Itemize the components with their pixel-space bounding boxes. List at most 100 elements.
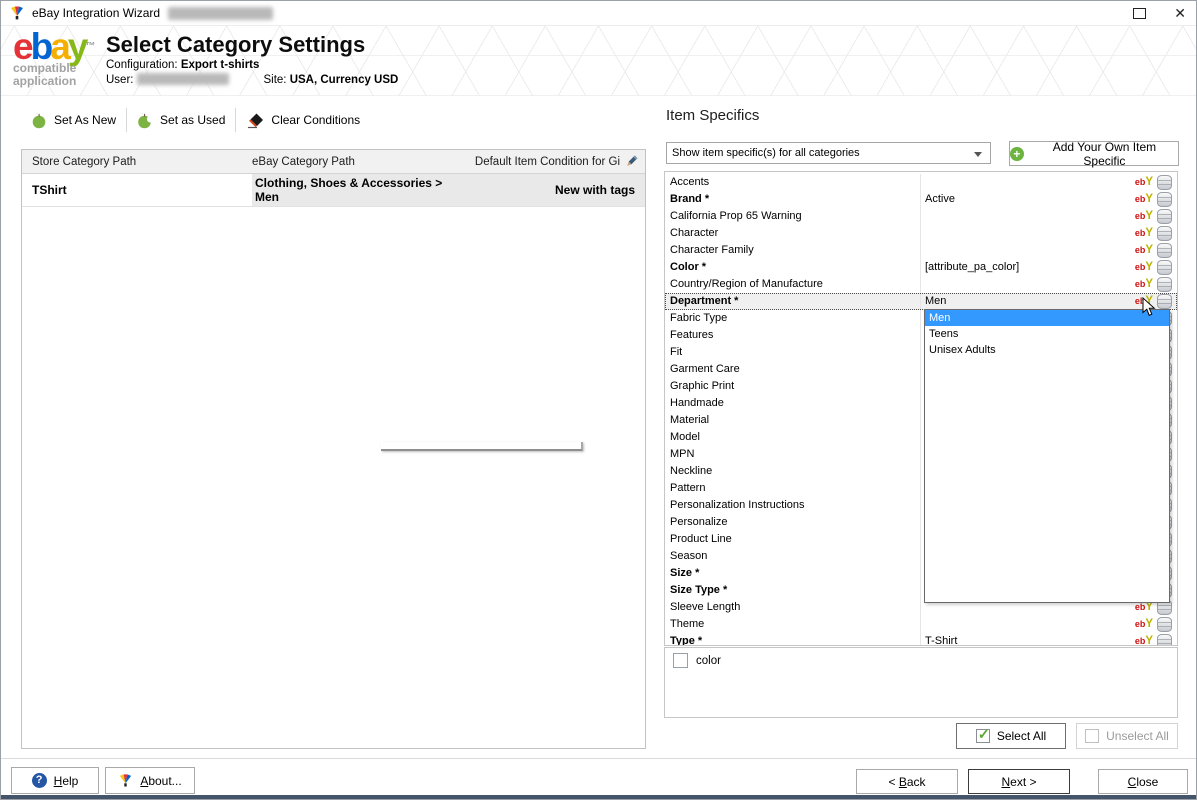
item-specific-value[interactable]: Active bbox=[921, 191, 1135, 208]
configuration-label: Configuration: bbox=[106, 59, 178, 71]
color-checkbox[interactable] bbox=[673, 653, 688, 668]
database-icon[interactable] bbox=[1157, 277, 1172, 292]
next-button[interactable]: Next > bbox=[968, 769, 1070, 794]
set-as-used-button[interactable]: Set as Used bbox=[127, 112, 235, 129]
item-specific-name: Size Type * bbox=[665, 582, 921, 599]
item-specific-value[interactable] bbox=[921, 208, 1135, 225]
user-site-line: User:Site: USA, Currency USD bbox=[106, 73, 398, 86]
redacted-text bbox=[137, 73, 229, 85]
table-row[interactable]: TShirt Clothing, Shoes & Accessories > M… bbox=[22, 174, 645, 207]
ebay-icon[interactable]: ebY bbox=[1135, 617, 1153, 632]
clear-conditions-button[interactable]: Clear Conditions bbox=[236, 112, 370, 129]
select-all-label: Select All bbox=[997, 729, 1046, 743]
item-specific-name: Department * bbox=[665, 293, 921, 310]
store-category-cell[interactable]: TShirt bbox=[22, 174, 252, 206]
item-specific-value[interactable]: Men bbox=[921, 293, 1135, 310]
clear-conditions-label: Clear Conditions bbox=[271, 113, 360, 127]
close-window-button[interactable]: ✕ bbox=[1174, 1, 1186, 26]
set-as-new-button[interactable]: Set As New bbox=[21, 112, 126, 129]
item-specific-row[interactable]: Character ebY bbox=[665, 225, 1177, 242]
eraser-icon bbox=[246, 112, 264, 129]
add-item-specific-button[interactable]: + Add Your Own Item Specific bbox=[1009, 141, 1179, 166]
condition-toolbar: Set As New Set as Used Clear Conditions bbox=[21, 106, 370, 134]
ebay-icon[interactable]: ebY bbox=[1135, 277, 1153, 292]
ebay-icon[interactable]: ebY bbox=[1135, 192, 1153, 207]
column-header-condition[interactable]: Default Item Condition for Gi bbox=[462, 154, 645, 169]
item-specific-row[interactable]: Theme ebY bbox=[665, 616, 1177, 633]
item-specific-row[interactable]: Country/Region of ManufactureebY bbox=[665, 276, 1177, 293]
dropdown-option[interactable]: Teens bbox=[925, 326, 1169, 342]
column-header-condition-label: Default Item Condition for Gi bbox=[475, 156, 620, 168]
item-specific-row[interactable]: Color *[attribute_pa_color]ebY bbox=[665, 259, 1177, 276]
user-label: User: bbox=[106, 74, 133, 86]
database-icon[interactable] bbox=[1157, 617, 1172, 632]
item-specific-name: Material bbox=[665, 412, 921, 429]
dropdown-option[interactable]: Men bbox=[925, 310, 1169, 326]
ebay-icon[interactable]: ebY bbox=[1135, 226, 1153, 241]
database-icon[interactable] bbox=[1157, 243, 1172, 258]
item-specific-value[interactable] bbox=[921, 242, 1135, 259]
site-value: USA, Currency USD bbox=[290, 74, 399, 86]
department-options-dropdown[interactable]: MenTeensUnisex Adults bbox=[924, 309, 1170, 603]
database-icon[interactable] bbox=[1157, 634, 1172, 646]
column-header-ebay-path[interactable]: eBay Category Path bbox=[252, 156, 462, 168]
maximize-button[interactable] bbox=[1133, 8, 1146, 19]
item-specific-value[interactable] bbox=[921, 276, 1135, 293]
item-specific-name: Size * bbox=[665, 565, 921, 582]
item-specific-name: Fit bbox=[665, 344, 921, 361]
database-icon[interactable] bbox=[1157, 294, 1172, 309]
set-as-new-label: Set As New bbox=[54, 113, 116, 127]
condition-cell[interactable]: New with tags bbox=[462, 174, 645, 206]
item-specific-name: Product Line bbox=[665, 531, 921, 548]
item-specific-name: Character bbox=[665, 225, 921, 242]
database-icon[interactable] bbox=[1157, 260, 1172, 275]
ebay-category-cell[interactable]: Clothing, Shoes & Accessories > Men bbox=[252, 174, 462, 206]
ebay-icon[interactable]: ebY bbox=[1135, 260, 1153, 275]
dropdown-option[interactable]: Unisex Adults bbox=[925, 342, 1169, 358]
item-specific-value[interactable] bbox=[921, 174, 1135, 191]
item-specific-value[interactable] bbox=[921, 225, 1135, 242]
item-specific-value[interactable]: [attribute_pa_color] bbox=[921, 259, 1135, 276]
item-specific-name: Pattern bbox=[665, 480, 921, 497]
unselect-all-button[interactable]: Unselect All bbox=[1076, 723, 1178, 749]
item-specific-name: Color * bbox=[665, 259, 921, 276]
ebay-icon[interactable]: ebY bbox=[1135, 243, 1153, 258]
item-specific-name: Theme bbox=[665, 616, 921, 633]
item-specific-row[interactable]: Type *T-ShirtebY bbox=[665, 633, 1177, 646]
database-icon[interactable] bbox=[1157, 192, 1172, 207]
close-button[interactable]: Close bbox=[1098, 769, 1188, 794]
item-specific-row[interactable]: California Prop 65 WarningebY bbox=[665, 208, 1177, 225]
ebay-icon[interactable]: ebY bbox=[1135, 634, 1153, 646]
item-specific-row[interactable]: Brand *ActiveebY bbox=[665, 191, 1177, 208]
stray-line-artifact bbox=[381, 442, 583, 451]
item-specific-name: Personalization Instructions bbox=[665, 497, 921, 514]
item-specific-row[interactable]: Department *MenebY bbox=[665, 293, 1177, 310]
ebay-icon[interactable]: ebY bbox=[1135, 175, 1153, 190]
color-checkbox-label: color bbox=[696, 655, 721, 667]
about-button[interactable]: About... bbox=[105, 767, 195, 794]
back-button[interactable]: < Back bbox=[856, 769, 958, 794]
item-specific-value[interactable]: T-Shirt bbox=[921, 633, 1135, 646]
item-specific-name: Model bbox=[665, 429, 921, 446]
apple-new-icon bbox=[31, 112, 47, 129]
ebay-icon[interactable]: ebY bbox=[1135, 209, 1153, 224]
item-specific-row[interactable]: Character FamilyebY bbox=[665, 242, 1177, 259]
edit-pencil-icon[interactable] bbox=[624, 154, 639, 169]
database-icon[interactable] bbox=[1157, 226, 1172, 241]
database-icon[interactable] bbox=[1157, 209, 1172, 224]
category-filter-dropdown[interactable]: Show item specific(s) for all categories bbox=[666, 142, 991, 164]
configuration-line: Configuration: Export t-shirts bbox=[106, 59, 259, 71]
item-specific-name: Personalize bbox=[665, 514, 921, 531]
select-all-button[interactable]: ✓ Select All bbox=[956, 723, 1066, 749]
window-title: eBay Integration Wizard bbox=[32, 6, 160, 20]
item-specific-value[interactable] bbox=[921, 616, 1135, 633]
help-button[interactable]: ? Help bbox=[11, 767, 99, 794]
title-bar: eBay Integration Wizard ✕ bbox=[1, 1, 1196, 26]
item-specific-row[interactable]: AccentsebY bbox=[665, 174, 1177, 191]
column-header-store-path[interactable]: Store Category Path bbox=[22, 156, 252, 168]
database-icon[interactable] bbox=[1157, 175, 1172, 190]
chevron-down-icon bbox=[974, 152, 982, 157]
item-specific-name: Features bbox=[665, 327, 921, 344]
item-specific-name: Garment Care bbox=[665, 361, 921, 378]
about-app-icon bbox=[118, 773, 133, 788]
